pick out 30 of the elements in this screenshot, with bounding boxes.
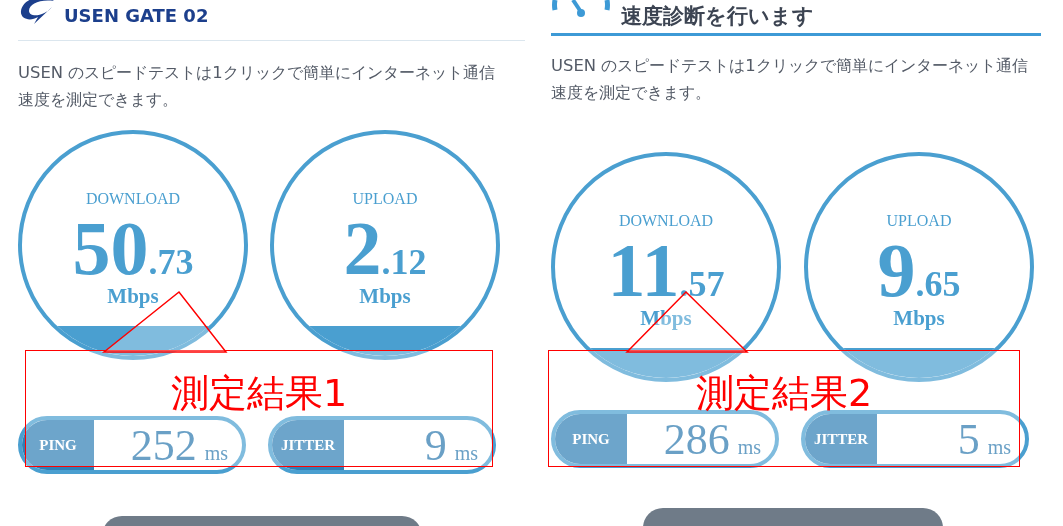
stat-value: 286 — [663, 414, 730, 464]
speed-unit: Mbps — [107, 284, 159, 309]
gauge-label: UPLOAD — [886, 212, 952, 230]
speed-unit: Mbps — [893, 306, 945, 331]
stat-value: 5 — [957, 414, 980, 464]
stat-unit: ms — [204, 442, 228, 465]
description: USEN のスピードテストは1クリックで簡単にインターネット通信速度を測定できます。 — [551, 55, 1029, 104]
gauge-label: DOWNLOAD — [618, 212, 714, 230]
speed-unit: Mbps — [359, 284, 411, 309]
gauge-label: UPLOAD — [352, 190, 418, 208]
stat-label: PING — [22, 420, 94, 470]
logo-text: USEN GATE 02 — [64, 4, 209, 26]
stat-label: JITTER — [805, 414, 877, 464]
stat-value: 9 — [424, 420, 447, 470]
speed-value: 11.57 — [607, 232, 725, 308]
description: USEN のスピードテストは1クリックで簡単にインターネット通信速度を測定できます。 — [18, 62, 496, 111]
stat-unit: ms — [454, 442, 478, 465]
section-title: 速度診断を行います — [621, 3, 814, 30]
stat-unit: ms — [737, 436, 761, 459]
gauge-label: DOWNLOAD — [85, 190, 181, 208]
speed-value: 2.12 — [343, 210, 427, 286]
stat-label: PING — [555, 414, 627, 464]
speed-value: 50.73 — [72, 210, 194, 286]
callout-label: 測定結果1 — [170, 373, 348, 415]
stat-unit: ms — [987, 436, 1011, 459]
stat-label: JITTER — [272, 420, 344, 470]
callout-label: 測定結果2 — [695, 373, 873, 415]
speed-value: 9.65 — [877, 232, 961, 308]
stat-value: 252 — [130, 420, 197, 470]
gauge-icon — [551, 0, 611, 18]
